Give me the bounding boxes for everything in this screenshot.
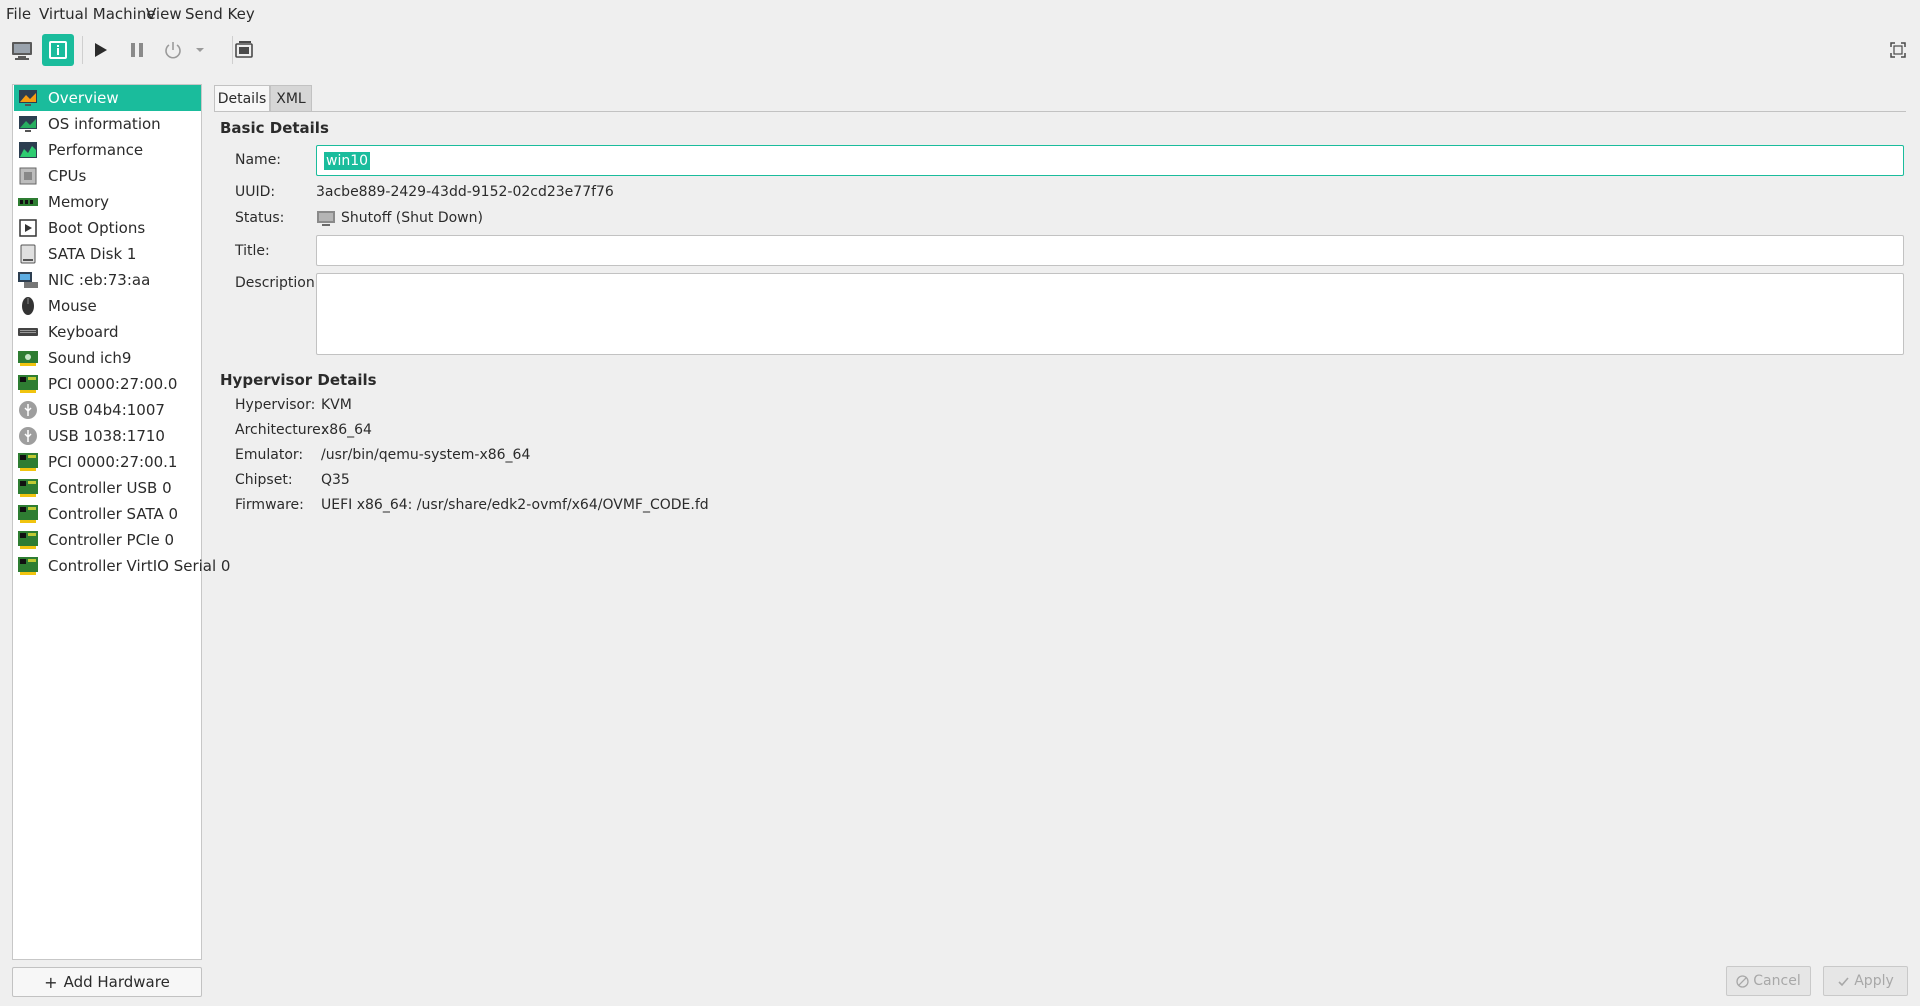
sidebar-item-sound[interactable]: Sound ich9 (14, 345, 201, 371)
shutoff-monitor-icon (317, 211, 335, 226)
emulator-label: Emulator: (235, 447, 304, 463)
keyboard-icon (17, 321, 39, 343)
boot-options-icon (17, 217, 39, 239)
chevron-down-icon (196, 48, 204, 52)
tab-details[interactable]: Details (214, 85, 270, 112)
sidebar-item-os-information[interactable]: OS information (14, 111, 201, 137)
controller-card-icon (17, 503, 39, 525)
name-label: Name: (235, 152, 282, 168)
chipset-value: Q35 (321, 472, 350, 488)
sidebar-item-pci-0[interactable]: PCI 0000:27:00.0 (14, 371, 201, 397)
title-input[interactable] (316, 235, 1904, 266)
sidebar-item-usb-1038[interactable]: USB 1038:1710 (14, 423, 201, 449)
status-label: Status: (235, 210, 285, 226)
usb-icon (17, 425, 39, 447)
sidebar-item-overview[interactable]: Overview (14, 85, 201, 111)
performance-graph-icon (17, 139, 39, 161)
cpu-chip-icon (17, 165, 39, 187)
pci-card-icon (17, 451, 39, 473)
name-input[interactable]: win10 (316, 145, 1904, 176)
sidebar-item-nic[interactable]: NIC :eb:73:aa (14, 267, 201, 293)
add-hardware-label: Add Hardware (63, 973, 170, 991)
memory-stick-icon (17, 191, 39, 213)
sound-card-icon (17, 347, 39, 369)
shutdown-menu-button[interactable] (190, 34, 210, 66)
status-field: Shutoff (Shut Down) (316, 209, 483, 227)
overview-monitor-icon (17, 87, 39, 109)
basic-details-title: Basic Details (220, 119, 329, 137)
status-value: Shutoff (Shut Down) (341, 210, 483, 226)
sidebar-item-controller-sata[interactable]: Controller SATA 0 (14, 501, 201, 527)
apply-label: Apply (1854, 973, 1894, 989)
architecture-label: Architecture: (235, 422, 326, 438)
firmware-label: Firmware: (235, 497, 304, 513)
hypervisor-label: Hypervisor: (235, 397, 316, 413)
name-input-value: win10 (324, 152, 371, 170)
info-icon (49, 41, 67, 59)
pci-card-icon (17, 373, 39, 395)
details-view-button[interactable] (42, 34, 74, 66)
snapshots-button[interactable] (228, 34, 260, 66)
hypervisor-value: KVM (321, 397, 352, 413)
apply-button[interactable]: Apply (1823, 966, 1908, 996)
description-label: Description: (235, 275, 320, 291)
sidebar-item-sata-disk-1[interactable]: SATA Disk 1 (14, 241, 201, 267)
add-hardware-button[interactable]: + Add Hardware (12, 967, 202, 997)
os-info-icon (17, 113, 39, 135)
tab-xml[interactable]: XML (270, 85, 312, 112)
shutdown-button[interactable] (157, 34, 189, 66)
sidebar-item-memory[interactable]: Memory (14, 189, 201, 215)
checkmark-icon (1838, 976, 1849, 986)
sidebar-item-controller-virtio-serial[interactable]: Controller VirtIO Serial 0 (14, 553, 230, 579)
menu-send-key[interactable]: Send Key (185, 5, 255, 23)
monitor-icon (12, 42, 32, 60)
tab-divider (214, 111, 1906, 112)
sidebar-item-cpus[interactable]: CPUs (14, 163, 201, 189)
menubar: File Virtual Machine View Send Key (0, 0, 1920, 30)
fullscreen-icon (1890, 42, 1906, 58)
controller-card-icon (17, 555, 39, 577)
controller-card-icon (17, 477, 39, 499)
sidebar-item-performance[interactable]: Performance (14, 137, 201, 163)
sidebar-item-pci-1[interactable]: PCI 0000:27:00.1 (14, 449, 201, 475)
toolbar-separator (82, 36, 83, 64)
run-button[interactable] (84, 34, 116, 66)
pause-button[interactable] (121, 34, 153, 66)
menu-file[interactable]: File (6, 5, 31, 23)
hardware-list: Overview OS information Performance CPUs… (12, 84, 230, 960)
description-textarea[interactable] (316, 273, 1904, 355)
play-icon (95, 43, 107, 57)
sidebar-item-controller-pcie[interactable]: Controller PCIe 0 (14, 527, 201, 553)
menu-virtual-machine[interactable]: Virtual Machine (39, 5, 156, 23)
cancel-button[interactable]: Cancel (1726, 966, 1811, 996)
uuid-label: UUID: (235, 184, 276, 200)
title-label: Title: (235, 243, 270, 259)
cancel-icon (1736, 974, 1749, 988)
power-icon (165, 42, 181, 59)
usb-icon (17, 399, 39, 421)
architecture-value: x86_64 (321, 422, 372, 438)
menu-view[interactable]: View (146, 5, 182, 23)
sidebar-item-boot-options[interactable]: Boot Options (14, 215, 201, 241)
sidebar-item-keyboard[interactable]: Keyboard (14, 319, 201, 345)
cancel-label: Cancel (1753, 973, 1801, 989)
uuid-value: 3acbe889-2429-43dd-9152-02cd23e77f76 (316, 184, 614, 200)
mouse-icon (17, 295, 39, 317)
disk-icon (17, 243, 39, 265)
sidebar-item-controller-usb[interactable]: Controller USB 0 (14, 475, 201, 501)
toolbar (0, 32, 1920, 70)
console-view-button[interactable] (6, 34, 38, 66)
fullscreen-button[interactable] (1882, 34, 1914, 66)
hypervisor-details-title: Hypervisor Details (220, 371, 377, 389)
emulator-value: /usr/bin/qemu-system-x86_64 (321, 447, 531, 463)
firmware-value: UEFI x86_64: /usr/share/edk2-ovmf/x64/OV… (321, 497, 709, 513)
plus-icon: + (44, 972, 58, 992)
pause-icon (131, 43, 143, 57)
network-card-icon (17, 269, 39, 291)
sidebar-item-usb-04b4[interactable]: USB 04b4:1007 (14, 397, 201, 423)
sidebar-item-mouse[interactable]: Mouse (14, 293, 201, 319)
chipset-label: Chipset: (235, 472, 293, 488)
controller-card-icon (17, 529, 39, 551)
snapshot-icon (235, 41, 253, 58)
